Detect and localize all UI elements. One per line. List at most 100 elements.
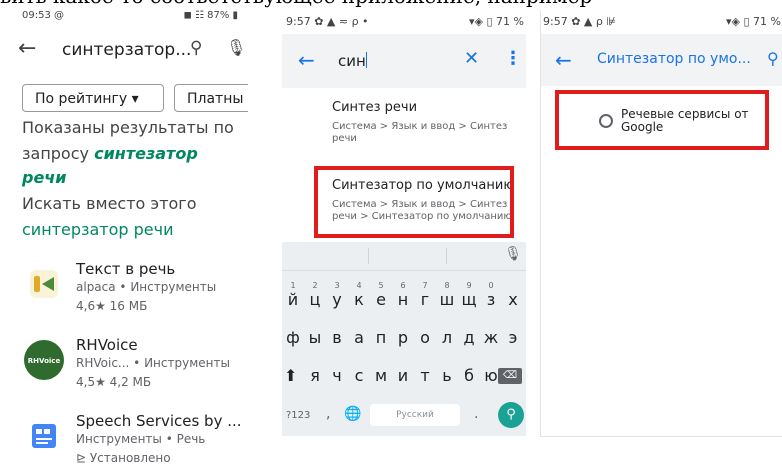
key[interactable]: 7г [414, 281, 436, 309]
comma-key[interactable]: , [326, 406, 330, 422]
search-query-text: син [338, 52, 366, 70]
status-bar: 9:57 ✿ ▲ ≂ ρ • ▾◈ ▯ 71 % [282, 10, 526, 34]
more-vert-icon[interactable]: ⋮ [504, 48, 522, 69]
result-path: Система > Язык и ввод > Синтез речи [332, 121, 508, 144]
key[interactable]: т [414, 366, 436, 385]
key[interactable]: я [304, 366, 326, 385]
key[interactable]: и [392, 366, 414, 385]
key[interactable]: д [458, 328, 480, 347]
search-result-speech-synthesis[interactable]: Синтез речи Система > Язык и ввод > Синт… [332, 100, 518, 145]
result-title: Синтез речи [332, 100, 418, 115]
search-query[interactable]: синтерзатор... [62, 40, 191, 60]
highlight-box [314, 166, 514, 238]
status-icons: ▾◈ ▯ 71 % [726, 15, 781, 28]
key[interactable]: 0з [480, 281, 502, 309]
space-key[interactable]: Русский [370, 404, 460, 426]
key[interactable]: ь [436, 366, 458, 385]
onscreen-keyboard: 🎙 1й 2ц 3у 4к 5е 6н 7г 8ш 9щ 0з х ф ы в … [282, 242, 526, 436]
keyword-speech: речи [22, 168, 67, 187]
settings-search-input[interactable]: син [338, 52, 367, 70]
shown-results-line1: Показаны результаты по [22, 118, 234, 137]
app-item-speech-services[interactable]: Speech Services by ... Инструменты • Реч… [22, 412, 248, 470]
suggestion-strip: 🎙 [282, 242, 526, 271]
paid-chip[interactable]: Платны [174, 84, 248, 112]
key[interactable]: с [348, 366, 370, 385]
shown-results-line3: речи [22, 168, 67, 187]
key[interactable]: 9щ [458, 281, 480, 309]
highlight-box [555, 90, 769, 150]
key[interactable]: 4к [348, 281, 370, 309]
key[interactable]: п [370, 328, 392, 347]
key[interactable]: ф [282, 328, 304, 347]
app-name: Текст в речь [76, 260, 176, 278]
app-item-text-to-speech[interactable]: Текст в речь alpaca • Инструменты 4,6★ 1… [22, 260, 248, 330]
search-enter-icon[interactable]: ⚲ [498, 402, 524, 428]
status-time: 9:57 ✿ ▲ ρ ⊯ [543, 15, 616, 28]
status-icons: ▾◈ ▯ 71 % [469, 15, 524, 28]
key[interactable]: 1й [282, 281, 304, 309]
key[interactable]: ж [480, 328, 502, 347]
app-bar: ← Синтезатор по умо... ⚲ [541, 34, 782, 86]
key[interactable]: 5е [370, 281, 392, 309]
close-icon[interactable]: ✕ [464, 48, 479, 69]
backspace-icon[interactable]: ⌫ [498, 368, 522, 384]
app-name: Speech Services by ... [76, 412, 242, 430]
key[interactable]: х [502, 290, 524, 309]
text-to-speech-app-icon [24, 264, 64, 304]
app-name: RHVoice [76, 336, 138, 354]
search-instead-link[interactable]: синтерзатор речи [22, 220, 174, 239]
app-developer: Инструменты • Речь [76, 432, 206, 446]
search-icon[interactable]: ⚲ [767, 49, 779, 68]
status-time: 9:57 ✿ ▲ ≂ ρ • [286, 15, 369, 28]
key[interactable]: а [348, 328, 370, 347]
mic-icon[interactable]: 🎙 [504, 246, 522, 262]
back-arrow-icon[interactable]: ← [555, 48, 572, 72]
suggestion-divider [368, 248, 369, 264]
status-icons: ◼ ☷ 87% ▮ [183, 10, 238, 21]
key[interactable]: э [502, 328, 524, 347]
app-item-rhvoice[interactable]: RHVoice RHVoice RHVoic... • Инструменты … [22, 336, 248, 406]
key[interactable]: ы [304, 328, 326, 347]
globe-icon[interactable]: 🌐 [344, 406, 361, 422]
symbols-key[interactable]: ?123 [286, 410, 310, 421]
keyword-synth: синтезатор [94, 144, 198, 163]
shown-results-prefix: запросу [22, 144, 95, 163]
app-rating-size: 4,6★ 16 МБ [76, 299, 148, 313]
key[interactable]: р [392, 328, 414, 347]
play-store-screen: 09:53 @ ◼ ☷ 87% ▮ ← синтерзатор... ⚲ 🎙 П… [0, 6, 248, 470]
mic-icon[interactable]: 🎙 [226, 38, 246, 57]
sort-by-rating-chip[interactable]: По рейтингу ▾ [22, 84, 164, 112]
key[interactable]: ч [326, 366, 348, 385]
page-title: Синтезатор по умо... [597, 51, 751, 67]
settings-search-bar: ← син ✕ ⋮ [282, 34, 526, 88]
key[interactable]: м [370, 366, 392, 385]
status-bar: 09:53 @ ◼ ☷ 87% ▮ [0, 6, 248, 28]
key[interactable]: 2ц [304, 281, 326, 309]
speech-services-app-icon [24, 416, 64, 456]
key[interactable]: 6н [392, 281, 414, 309]
key[interactable]: б [458, 366, 480, 385]
key[interactable]: в [326, 328, 348, 347]
app-installed-status: ⊵ Установлено [76, 451, 171, 465]
shift-icon[interactable]: ⬆ [284, 366, 297, 385]
app-developer: alpaca • Инструменты [76, 280, 217, 294]
app-rating-size: 4,5★ 4,2 МБ [76, 375, 152, 389]
search-bar: ← синтерзатор... ⚲ 🎙 [0, 28, 248, 74]
search-icon[interactable]: ⚲ [190, 38, 202, 58]
key[interactable]: 3у [326, 281, 348, 309]
key[interactable]: 8ш [436, 281, 458, 309]
suggestion-divider [446, 248, 447, 264]
rhvoice-icon-text: RHVoice [28, 357, 61, 365]
default-synth-screen: 9:57 ✿ ▲ ρ ⊯ ▾◈ ▯ 71 % ← Синтезатор по у… [540, 10, 782, 437]
status-time: 09:53 @ [22, 10, 64, 21]
status-bar: 9:57 ✿ ▲ ρ ⊯ ▾◈ ▯ 71 % [541, 10, 782, 34]
key[interactable]: л [436, 328, 458, 347]
rhvoice-app-icon: RHVoice [24, 340, 64, 380]
settings-search-screen: 9:57 ✿ ▲ ≂ ρ • ▾◈ ▯ 71 % ← син ✕ ⋮ Синте… [282, 10, 526, 436]
app-developer: RHVoic... • Инструменты [76, 356, 230, 370]
dot-key[interactable]: . [474, 406, 478, 422]
key[interactable]: о [414, 328, 436, 347]
back-arrow-icon[interactable]: ← [298, 48, 315, 72]
search-instead-label: Искать вместо этого [22, 194, 197, 213]
back-arrow-icon[interactable]: ← [18, 36, 36, 61]
